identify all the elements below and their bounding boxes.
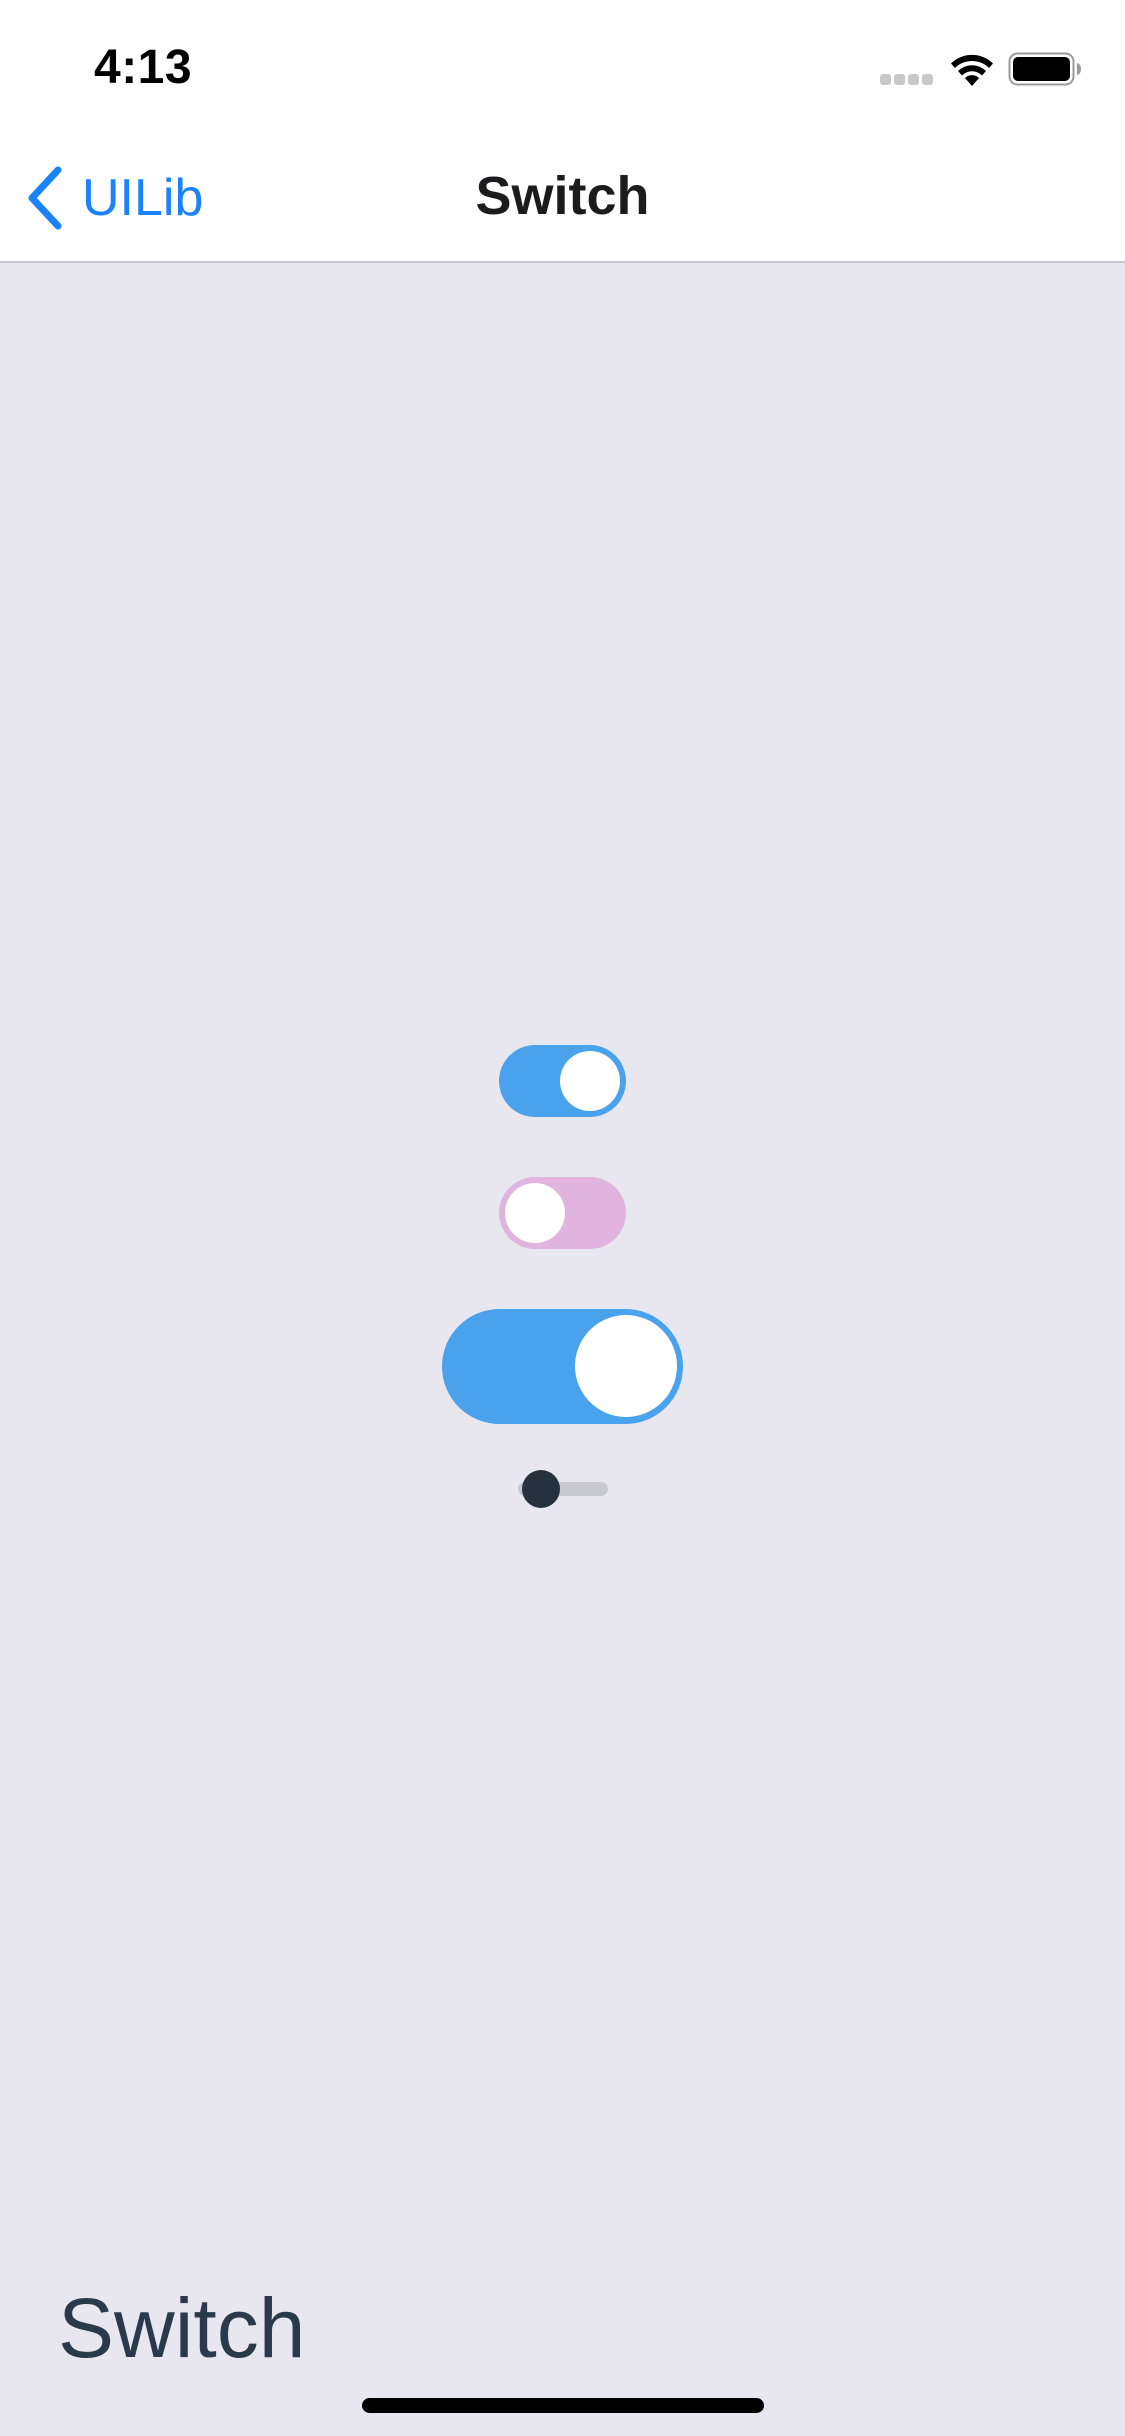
switch-2-knob <box>505 1183 565 1243</box>
switch-3-knob <box>575 1315 677 1417</box>
status-time: 4:13 <box>94 41 193 94</box>
battery-icon <box>1008 52 1081 86</box>
switch-4-knob[interactable] <box>522 1470 560 1508</box>
signal-dots-icon <box>880 74 934 86</box>
caption: Switch <box>58 2281 306 2375</box>
page-title: Switch <box>475 166 650 226</box>
switch-2[interactable] <box>499 1177 626 1249</box>
switch-1[interactable] <box>499 1045 626 1117</box>
switch-1-knob <box>560 1051 620 1111</box>
top-bar: 4:13 UILib Switch <box>0 0 1125 263</box>
wifi-icon <box>951 54 993 86</box>
home-indicator[interactable] <box>362 2398 764 2413</box>
switch-3[interactable] <box>442 1309 683 1424</box>
